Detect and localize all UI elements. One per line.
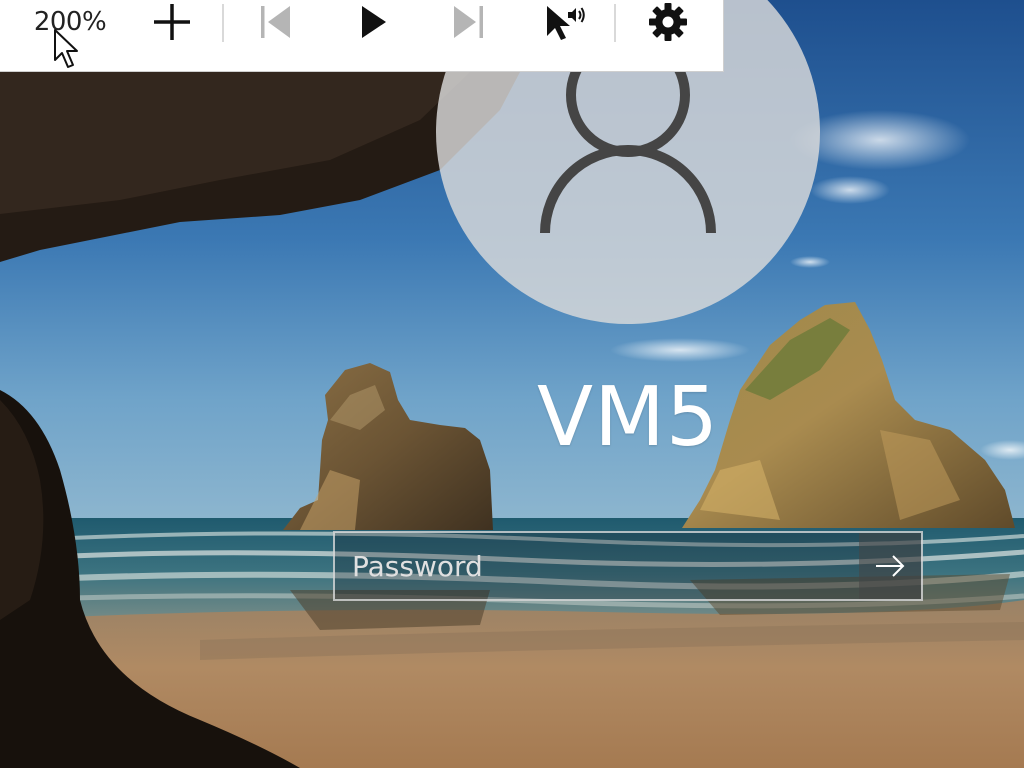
settings-button[interactable] [644, 0, 692, 44]
pointer-with-sound-icon [547, 6, 585, 40]
pointer-audio-button[interactable] [538, 0, 590, 44]
next-button[interactable] [446, 0, 492, 44]
skip-previous-icon [261, 6, 290, 38]
toolbar-divider [614, 4, 616, 42]
play-button[interactable] [350, 0, 396, 44]
skip-next-icon [454, 6, 483, 38]
username-label: VM5 [536, 370, 719, 465]
lock-screen: VM5 200% [0, 0, 1024, 768]
zoom-level[interactable]: 200% [30, 0, 110, 44]
play-icon [362, 6, 386, 38]
remote-session-toolbar: 200% [0, 0, 724, 72]
previous-button[interactable] [252, 0, 298, 44]
password-input[interactable] [335, 533, 859, 599]
zoom-in-button[interactable] [148, 0, 196, 44]
arrow-right-icon [876, 555, 905, 577]
gear-icon [649, 3, 687, 41]
plus-icon [154, 4, 190, 40]
password-container [333, 531, 923, 601]
toolbar-divider [222, 4, 224, 42]
submit-button[interactable] [859, 533, 921, 599]
